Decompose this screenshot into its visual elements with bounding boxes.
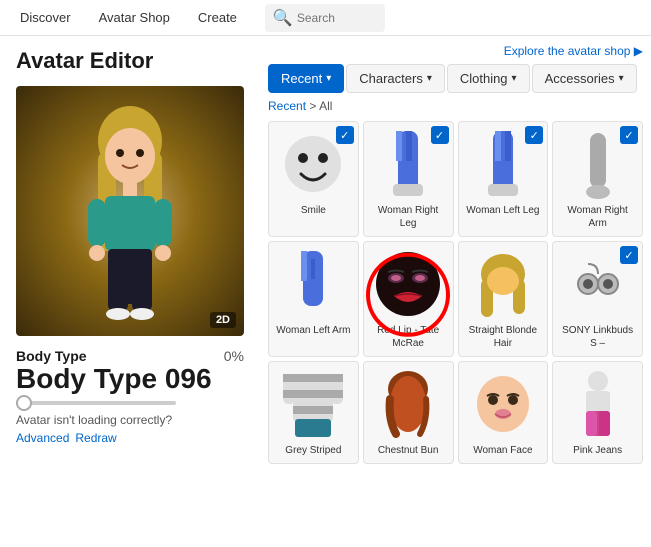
tab-recent[interactable]: Recent ▾ (268, 64, 344, 93)
body-type-row: Body Type 0% (16, 348, 244, 364)
tab-clothing-label: Clothing (460, 71, 508, 86)
list-item[interactable]: ✓ SONY Linkbuds S – (552, 241, 643, 357)
body-type-percent: 0% (224, 348, 244, 364)
item-thumbnail (562, 128, 634, 200)
item-label: Woman Face (473, 444, 532, 457)
body-type-label: Body Type (16, 348, 87, 364)
search-input[interactable] (297, 11, 377, 25)
main-layout: Avatar Editor (0, 36, 651, 547)
chevron-down-icon: ▾ (326, 73, 331, 84)
chevron-down-icon: ▾ (427, 73, 432, 84)
search-icon: 🔍 (273, 8, 293, 28)
page-title: Avatar Editor (16, 48, 153, 74)
search-box: 🔍 (265, 4, 385, 32)
list-item[interactable]: ✓ Woman Right Arm (552, 121, 643, 237)
items-grid: ✓ Smile ✓ (268, 121, 643, 464)
badge-2d: 2D (210, 312, 236, 328)
right-panel: Explore the avatar shop ▶ Recent ▾ Chara… (260, 36, 651, 547)
list-item[interactable]: Straight Blonde Hair (458, 241, 549, 357)
left-panel: Avatar Editor (0, 36, 260, 547)
list-item[interactable]: Red Lip - Tate McRae (363, 241, 454, 357)
item-thumbnail (467, 248, 539, 320)
list-item[interactable]: Chestnut Bun (363, 361, 454, 464)
tab-recent-label: Recent (281, 71, 322, 86)
item-label: Woman Left Leg (466, 204, 539, 217)
list-item[interactable]: Woman Left Arm (268, 241, 359, 357)
list-item[interactable]: Woman Face (458, 361, 549, 464)
slider-container (16, 401, 244, 405)
advanced-button[interactable]: Advanced (16, 431, 69, 445)
nav-avatar-shop[interactable]: Avatar Shop (95, 2, 174, 33)
item-thumbnail (372, 368, 444, 440)
item-label: Red Lip - Tate McRae (370, 324, 447, 350)
item-label: Woman Left Arm (276, 324, 350, 337)
item-label: Grey Striped (285, 444, 341, 457)
item-label: Smile (301, 204, 326, 217)
item-thumbnail (467, 368, 539, 440)
item-thumbnail (562, 248, 634, 320)
item-label: Straight Blonde Hair (465, 324, 542, 350)
tab-clothing[interactable]: Clothing ▾ (447, 64, 530, 93)
chevron-down-icon: ▾ (619, 73, 624, 84)
avatar-svg (70, 101, 190, 321)
tabs-bar: Recent ▾ Characters ▾ Clothing ▾ Accesso… (268, 64, 643, 93)
tab-characters-label: Characters (359, 71, 423, 86)
chevron-down-icon: ▾ (512, 73, 517, 84)
item-thumbnail (277, 368, 349, 440)
breadcrumb-parent[interactable]: Recent (268, 99, 306, 113)
body-type-value: Body Type 096 (16, 364, 244, 395)
advanced-redraw-row: Advanced Redraw (16, 431, 244, 445)
item-thumbnail (562, 368, 634, 440)
nav-create[interactable]: Create (194, 2, 241, 33)
item-label: Woman Right Leg (370, 204, 447, 230)
slider-track (16, 401, 176, 405)
slider-thumb[interactable] (16, 395, 32, 411)
item-label: Chestnut Bun (378, 444, 439, 457)
list-item[interactable]: Pink Jeans (552, 361, 643, 464)
tab-accessories[interactable]: Accessories ▾ (532, 64, 637, 93)
list-item[interactable]: ✓ Woman Left Leg (458, 121, 549, 237)
item-thumbnail (277, 248, 349, 320)
item-label: SONY Linkbuds S – (559, 324, 636, 350)
avatar-preview: 2D (16, 86, 244, 336)
item-label: Pink Jeans (573, 444, 622, 457)
breadcrumb: Recent > All (268, 99, 643, 113)
explore-link[interactable]: Explore the avatar shop ▶ (268, 44, 643, 58)
nav-discover[interactable]: Discover (16, 2, 75, 33)
list-item[interactable]: ✓ Woman Right Leg (363, 121, 454, 237)
item-thumbnail (372, 248, 444, 320)
item-thumbnail (372, 128, 444, 200)
list-item[interactable]: Grey Striped (268, 361, 359, 464)
loading-message: Avatar isn't loading correctly? (16, 413, 244, 427)
item-thumbnail (467, 128, 539, 200)
item-thumbnail (277, 128, 349, 200)
list-item[interactable]: ✓ Smile (268, 121, 359, 237)
item-label: Woman Right Arm (559, 204, 636, 230)
tab-characters[interactable]: Characters ▾ (346, 64, 445, 93)
top-navigation: Discover Avatar Shop Create 🔍 (0, 0, 651, 36)
breadcrumb-current: All (319, 99, 332, 113)
redraw-button[interactable]: Redraw (75, 431, 116, 445)
tab-accessories-label: Accessories (545, 71, 615, 86)
